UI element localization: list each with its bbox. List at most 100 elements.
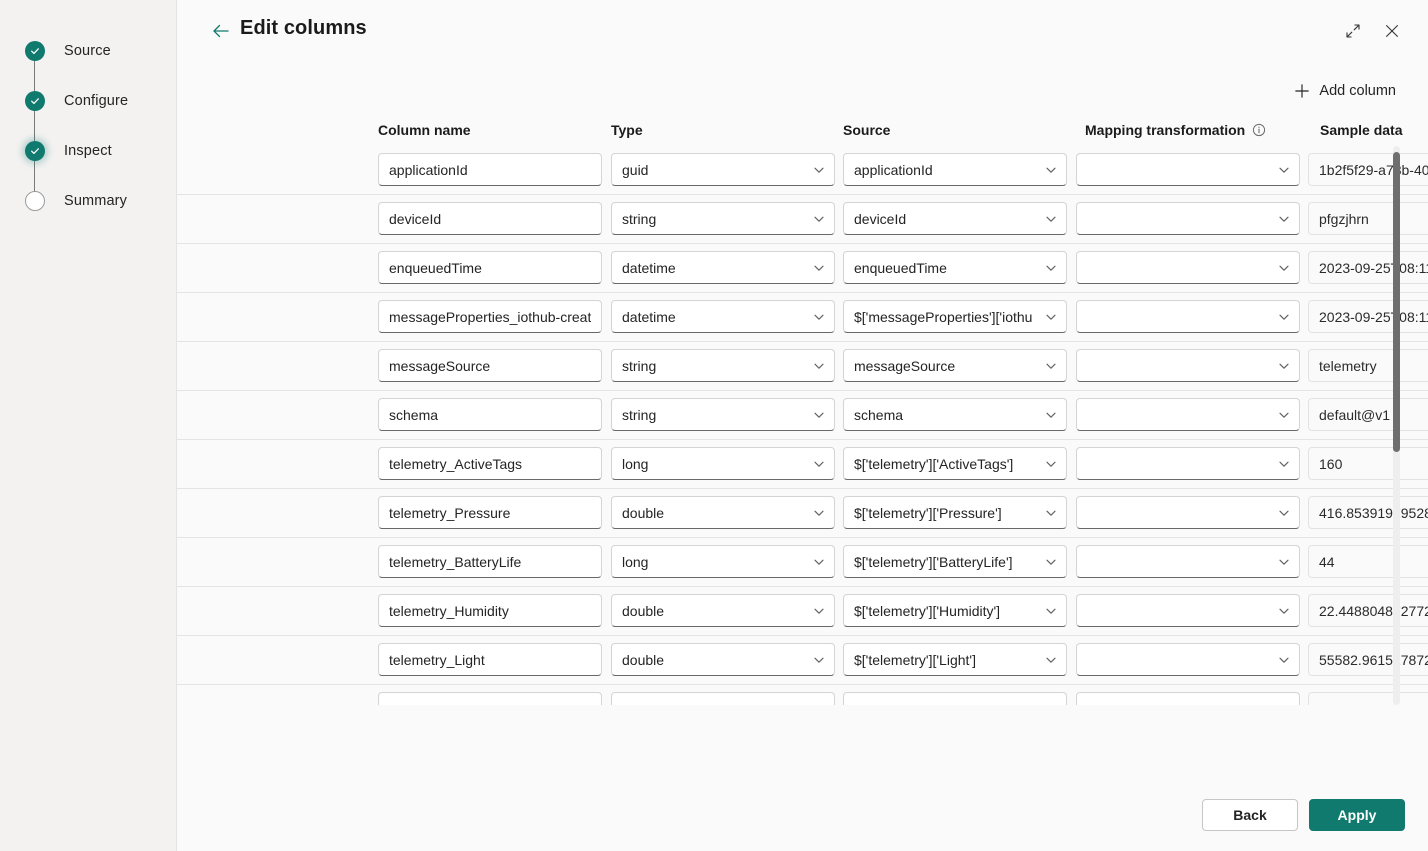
column-name-input[interactable]: enqueuedTime — [378, 251, 602, 284]
type-dropdown[interactable]: double — [611, 496, 835, 529]
type-value: long — [622, 553, 649, 570]
type-value: string — [622, 406, 657, 423]
column-name-input[interactable]: telemetry_Humidity — [378, 594, 602, 627]
source-dropdown[interactable]: $['telemetry']['Humidity'] — [843, 594, 1067, 627]
source-dropdown[interactable]: enqueuedTime — [843, 251, 1067, 284]
source-value: deviceId — [854, 210, 907, 227]
column-name-input[interactable]: applicationId — [378, 153, 602, 186]
mapping-transformation-dropdown[interactable] — [1076, 251, 1300, 284]
mapping-transformation-dropdown[interactable] — [1076, 594, 1300, 627]
sample-data-field: 55582.96151787265 — [1308, 643, 1428, 676]
sample-data-value: 160 — [1319, 455, 1343, 472]
table-row: applicationId guid applicationId 1b2f5f29-a… — [177, 146, 1428, 195]
mapping-transformation-dropdown[interactable] — [1076, 300, 1300, 333]
add-column-label: Add column — [1319, 83, 1396, 99]
source-value: $['telemetry']['Humidity'] — [854, 602, 1001, 619]
column-name-input[interactable]: messageProperties_iothub-creat — [378, 300, 602, 333]
source-dropdown[interactable]: applicationId — [843, 153, 1067, 186]
column-name-input[interactable]: messageSource — [378, 349, 602, 382]
source-dropdown[interactable]: $['telemetry']['Light'] — [843, 643, 1067, 676]
source-dropdown[interactable] — [843, 692, 1067, 705]
column-name-value: telemetry_Pressure — [389, 504, 511, 521]
sample-data-value: 55582.96151787265 — [1319, 651, 1428, 668]
mapping-transformation-dropdown[interactable] — [1076, 496, 1300, 529]
type-dropdown[interactable]: double — [611, 643, 835, 676]
type-dropdown[interactable]: long — [611, 447, 835, 480]
arrow-left-icon[interactable] — [209, 19, 233, 43]
table-row: messageSource string messageSource telemetr… — [177, 342, 1428, 391]
wizard-step-inspect[interactable]: Inspect — [0, 126, 176, 176]
page-title: Edit columns — [240, 17, 367, 39]
type-value: datetime — [622, 259, 676, 276]
column-name-input[interactable]: telemetry_BatteryLife — [378, 545, 602, 578]
check-circle-icon — [25, 41, 45, 61]
back-button[interactable]: Back — [1202, 799, 1298, 831]
sample-data-field: pfgzjhrn — [1308, 202, 1428, 235]
sample-data-field — [1308, 692, 1428, 705]
source-dropdown[interactable]: messageSource — [843, 349, 1067, 382]
wizard-step-summary[interactable]: Summary — [0, 176, 176, 226]
source-dropdown[interactable]: $['telemetry']['BatteryLife'] — [843, 545, 1067, 578]
type-dropdown[interactable]: datetime — [611, 300, 835, 333]
type-dropdown[interactable]: string — [611, 202, 835, 235]
source-dropdown[interactable]: $['telemetry']['Pressure'] — [843, 496, 1067, 529]
mapping-transformation-dropdown[interactable] — [1076, 643, 1300, 676]
sample-data-field: 2023-09-25T08:11:09.05Z — [1308, 300, 1428, 333]
sample-data-value: 2023-09-25T08:11:09.05Z — [1319, 308, 1428, 325]
wizard-step-label: Summary — [64, 193, 128, 209]
sample-data-field: 44 — [1308, 545, 1428, 578]
table-row — [177, 685, 1428, 705]
panel-header: Edit columns — [177, 0, 1428, 62]
mapping-transformation-dropdown[interactable] — [1076, 153, 1300, 186]
source-dropdown[interactable]: $['telemetry']['ActiveTags'] — [843, 447, 1067, 480]
type-dropdown[interactable]: string — [611, 349, 835, 382]
grid-scrollbar-track[interactable] — [1393, 146, 1400, 705]
column-name-value: messageProperties_iothub-creat — [389, 308, 591, 325]
source-value: messageSource — [854, 357, 956, 374]
mapping-transformation-dropdown[interactable] — [1076, 692, 1300, 705]
column-name-value: telemetry_Humidity — [389, 602, 509, 619]
add-column-button[interactable]: Add column — [1290, 78, 1400, 104]
type-dropdown[interactable] — [611, 692, 835, 705]
circle-outline-icon — [25, 191, 45, 211]
expand-diagonal-icon[interactable] — [1340, 18, 1366, 44]
mapping-transformation-dropdown[interactable] — [1076, 545, 1300, 578]
close-icon[interactable] — [1379, 18, 1405, 44]
sample-data-value: 2023-09-25T08:11:09.09Z — [1319, 259, 1428, 276]
type-dropdown[interactable]: long — [611, 545, 835, 578]
sample-data-field: 416.85391979528436 — [1308, 496, 1428, 529]
column-name-input[interactable]: telemetry_ActiveTags — [378, 447, 602, 480]
type-dropdown[interactable]: string — [611, 398, 835, 431]
column-name-value: deviceId — [389, 210, 442, 227]
type-value: double — [622, 651, 665, 668]
wizard-step-source[interactable]: Source — [0, 26, 176, 76]
mapping-transformation-dropdown[interactable] — [1076, 202, 1300, 235]
type-value: guid — [622, 161, 649, 178]
info-icon[interactable] — [1252, 123, 1266, 137]
type-dropdown[interactable]: double — [611, 594, 835, 627]
sample-data-field: 1b2f5f29-a78b-4012-bf31-201… — [1308, 153, 1428, 186]
mapping-transformation-dropdown[interactable] — [1076, 447, 1300, 480]
sample-data-value: 44 — [1319, 553, 1335, 570]
column-name-input[interactable]: telemetry_Pressure — [378, 496, 602, 529]
mapping-transformation-dropdown[interactable] — [1076, 349, 1300, 382]
source-dropdown[interactable]: deviceId — [843, 202, 1067, 235]
column-name-value: telemetry_BatteryLife — [389, 553, 522, 570]
column-name-input[interactable] — [378, 692, 602, 705]
source-dropdown[interactable]: $['messageProperties']['iothu — [843, 300, 1067, 333]
column-name-input[interactable]: deviceId — [378, 202, 602, 235]
sample-data-field: 160 — [1308, 447, 1428, 480]
column-name-value: schema — [389, 406, 439, 423]
column-name-input[interactable]: schema — [378, 398, 602, 431]
source-dropdown[interactable]: schema — [843, 398, 1067, 431]
type-dropdown[interactable]: datetime — [611, 251, 835, 284]
column-name-input[interactable]: telemetry_Light — [378, 643, 602, 676]
type-dropdown[interactable]: guid — [611, 153, 835, 186]
wizard-step-configure[interactable]: Configure — [0, 76, 176, 126]
wizard-step-label: Configure — [64, 93, 129, 109]
grid-scrollbar-thumb[interactable] — [1393, 152, 1400, 452]
panel-footer: Back Apply — [177, 751, 1428, 851]
apply-button[interactable]: Apply — [1309, 799, 1405, 831]
check-circle-icon — [25, 141, 45, 161]
mapping-transformation-dropdown[interactable] — [1076, 398, 1300, 431]
